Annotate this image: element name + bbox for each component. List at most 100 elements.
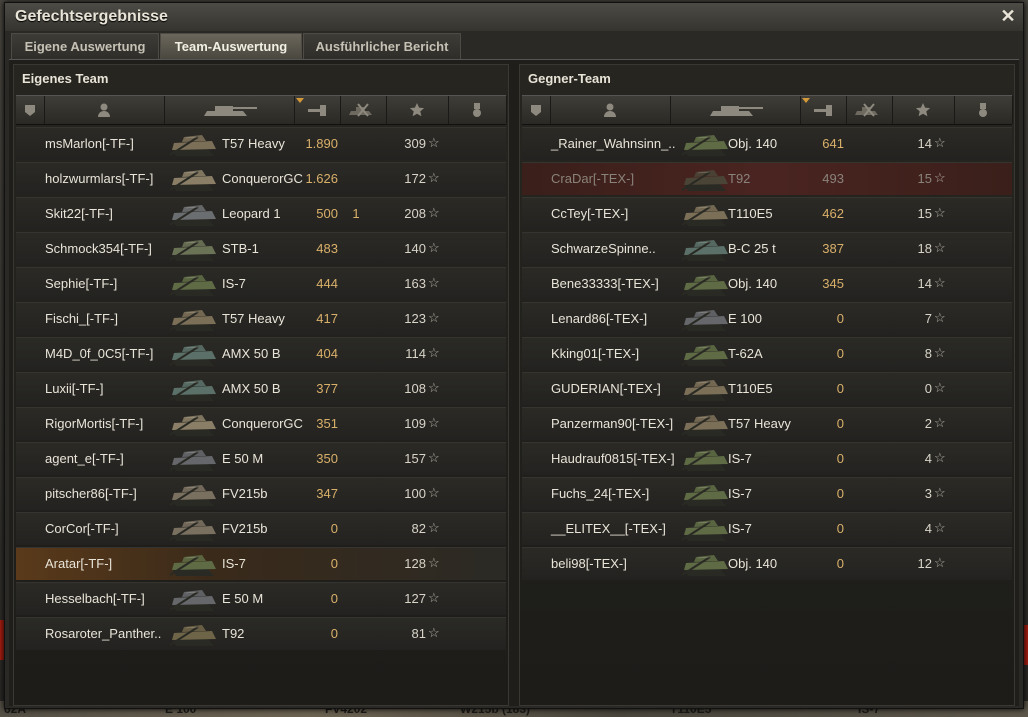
damage-icon <box>306 103 328 117</box>
column-xp-star-header[interactable] <box>892 96 955 124</box>
player-row[interactable]: Schmock354[-TF-] STB-1 483 140 ☆ <box>16 232 506 265</box>
tank-name: T-62A <box>728 346 763 361</box>
player-row[interactable]: Skit22[-TF-] Leopard 1 500 1 208 ☆ <box>16 197 506 230</box>
player-row[interactable]: _Rainer_Wahnsinn_.. Obj. 140 641 14 ☆ <box>522 127 1012 160</box>
xp-star-icon: ☆ <box>934 240 946 255</box>
player-row[interactable]: holzwurmlars[-TF-] ConquerorGC 1.626 172 ☆ <box>16 162 506 195</box>
xp-value: 4 <box>924 451 932 466</box>
player-row[interactable]: CcTey[-TEX-] T110E5 462 15 ☆ <box>522 197 1012 230</box>
xp-value: 15 <box>917 206 932 221</box>
player-row[interactable]: SchwarzeSpinne.. B-C 25 t 387 18 ☆ <box>522 232 1012 265</box>
column-tank-header[interactable] <box>164 96 295 124</box>
player-name: msMarlon[-TF-] <box>45 136 134 151</box>
damage-value: 0 <box>330 556 338 571</box>
player-row[interactable]: Lenard86[-TEX-] E 100 0 7 ☆ <box>522 302 1012 335</box>
player-row[interactable]: Rosaroter_Panther.. T92 0 81 ☆ <box>16 617 506 650</box>
player-row[interactable]: Panzerman90[-TEX-] T57 Heavy 0 2 ☆ <box>522 407 1012 440</box>
xp-value: 82 <box>411 521 426 536</box>
player-row[interactable]: CorCor[-TF-] FV215b 0 82 ☆ <box>16 512 506 545</box>
tab-team-auswertung[interactable]: Team-Auswertung <box>160 33 302 59</box>
player-row[interactable]: pitscher86[-TF-] FV215b 347 100 ☆ <box>16 477 506 510</box>
damage-value: 0 <box>836 521 844 536</box>
column-tank-header[interactable] <box>670 96 801 124</box>
player-name: beli98[-TEX-] <box>551 556 627 571</box>
frags-value: 1 <box>352 206 360 221</box>
damage-value: 351 <box>316 416 338 431</box>
column-squad-header[interactable] <box>16 96 45 124</box>
damage-icon <box>812 103 834 117</box>
player-name: SchwarzeSpinne.. <box>551 241 656 256</box>
tank-icon <box>168 269 228 299</box>
player-name: Fuchs_24[-TEX-] <box>551 486 650 501</box>
tab-ausfuehrlicher-bericht[interactable]: Ausführlicher Bericht <box>303 33 461 59</box>
player-name: holzwurmlars[-TF-] <box>45 171 154 186</box>
player-icon <box>603 102 617 118</box>
damage-value: 462 <box>822 206 844 221</box>
damage-value: 350 <box>316 451 338 466</box>
column-damage-header[interactable] <box>800 96 847 124</box>
tank-icon <box>168 374 228 404</box>
player-row[interactable]: agent_e[-TF-] E 50 M 350 157 ☆ <box>16 442 506 475</box>
tank-icon <box>168 304 228 334</box>
xp-star-icon: ☆ <box>428 590 440 605</box>
column-xp-star-header[interactable] <box>386 96 449 124</box>
xp-star-icon: ☆ <box>934 415 946 430</box>
player-name: Panzerman90[-TEX-] <box>551 416 674 431</box>
tank-name: E 50 M <box>222 591 264 606</box>
damage-value: 0 <box>836 311 844 326</box>
player-row[interactable]: Haudrauf0815[-TEX-] IS-7 0 4 ☆ <box>522 442 1012 475</box>
column-frags-header[interactable] <box>340 96 387 124</box>
player-row[interactable]: Hesselbach[-TF-] E 50 M 0 127 ☆ <box>16 582 506 615</box>
xp-value: 109 <box>404 416 426 431</box>
column-player-header[interactable] <box>550 96 671 124</box>
xp-star-icon: ☆ <box>428 135 440 150</box>
player-row[interactable]: GUDERIAN[-TEX-] T110E5 0 0 ☆ <box>522 372 1012 405</box>
player-row[interactable]: CraDar[-TEX-] T92 493 15 ☆ <box>522 162 1012 195</box>
tank-name: IS-7 <box>728 521 752 536</box>
player-row[interactable]: Bene33333[-TEX-] Obj. 140 345 14 ☆ <box>522 267 1012 300</box>
column-squad-header[interactable] <box>522 96 551 124</box>
column-medal-header[interactable] <box>954 96 1013 124</box>
tank-icon <box>168 444 228 474</box>
tank-name: T110E5 <box>728 381 773 396</box>
xp-star-icon: ☆ <box>428 625 440 640</box>
xp-star-icon: ☆ <box>934 450 946 465</box>
xp-star-icon: ☆ <box>428 310 440 325</box>
tab-content: Eigenes Team msMarlon[-TF-] T57 Heavy 1.89… <box>9 59 1019 706</box>
tank-name: IS-7 <box>222 556 246 571</box>
damage-value: 641 <box>822 136 844 151</box>
player-row[interactable]: Fuchs_24[-TEX-] IS-7 0 3 ☆ <box>522 477 1012 510</box>
player-row[interactable]: Luxii[-TF-] AMX 50 B 377 108 ☆ <box>16 372 506 405</box>
player-row[interactable]: M4D_0f_0C5[-TF-] AMX 50 B 404 114 ☆ <box>16 337 506 370</box>
tank-icon <box>199 102 259 118</box>
player-name: M4D_0f_0C5[-TF-] <box>45 346 154 361</box>
tank-name: STB-1 <box>222 241 259 256</box>
column-damage-header[interactable] <box>294 96 341 124</box>
damage-value: 377 <box>316 381 338 396</box>
close-icon[interactable]: ✕ <box>999 7 1017 25</box>
xp-star-icon <box>409 102 425 118</box>
player-row[interactable]: Sephie[-TF-] IS-7 444 163 ☆ <box>16 267 506 300</box>
xp-value: 0 <box>924 381 932 396</box>
tank-icon <box>168 234 228 264</box>
player-row[interactable]: Kking01[-TEX-] T-62A 0 8 ☆ <box>522 337 1012 370</box>
column-header <box>522 95 1013 125</box>
xp-value: 123 <box>404 311 426 326</box>
column-player-header[interactable] <box>44 96 165 124</box>
xp-value: 7 <box>924 311 932 326</box>
column-frags-header[interactable] <box>846 96 893 124</box>
xp-star-icon: ☆ <box>428 170 440 185</box>
enemy-team-list: _Rainer_Wahnsinn_.. Obj. 140 641 14 ☆ CraDar[… <box>522 127 1012 582</box>
xp-value: 128 <box>404 556 426 571</box>
column-medal-header[interactable] <box>448 96 507 124</box>
player-row[interactable]: RigorMortis[-TF-] ConquerorGC 351 109 ☆ <box>16 407 506 440</box>
player-row[interactable]: Fischi_[-TF-] T57 Heavy 417 123 ☆ <box>16 302 506 335</box>
player-row[interactable]: beli98[-TEX-] Obj. 140 0 12 ☆ <box>522 547 1012 580</box>
xp-value: 4 <box>924 521 932 536</box>
player-name: Luxii[-TF-] <box>45 381 104 396</box>
player-row[interactable]: Aratar[-TF-] IS-7 0 128 ☆ <box>16 547 506 580</box>
player-row[interactable]: msMarlon[-TF-] T57 Heavy 1.890 309 ☆ <box>16 127 506 160</box>
player-row[interactable]: __ELITEX__[-TEX-] IS-7 0 4 ☆ <box>522 512 1012 545</box>
tab-eigene-auswertung[interactable]: Eigene Auswertung <box>11 33 159 59</box>
xp-star-icon: ☆ <box>428 205 440 220</box>
